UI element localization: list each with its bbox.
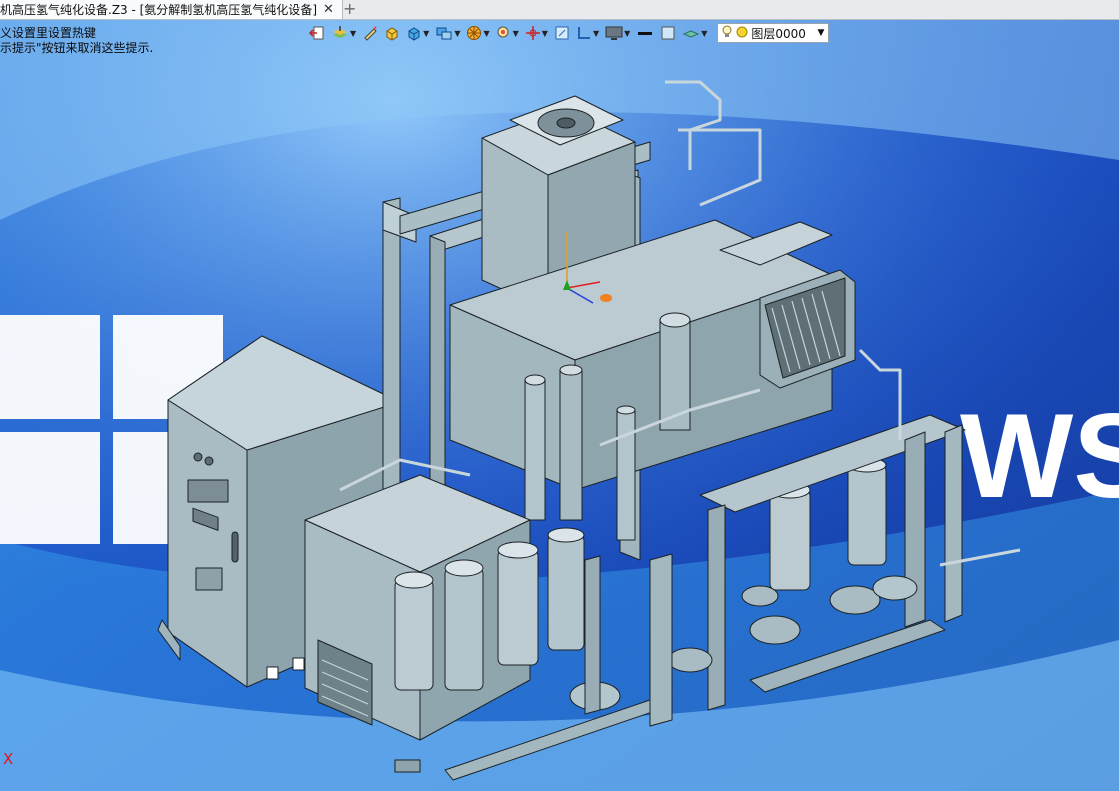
plus-icon[interactable]: + — [343, 0, 356, 19]
axis-label: X — [3, 750, 14, 768]
close-icon[interactable]: ✕ — [323, 2, 334, 17]
graphics-viewport[interactable]: WS 义设置里设置热键 示提示"按钮来取消这些提示. ▼ ▼ ▼ ▼ ▼ ▼ ▼… — [0, 20, 1119, 791]
document-tab-bar: 机高压氢气纯化设备.Z3 - [氨分解制氢机高压氢气纯化设备] ✕ + — [0, 0, 1119, 20]
right-frame[interactable] — [699, 414, 966, 711]
document-tab[interactable]: 机高压氢气纯化设备.Z3 - [氨分解制氢机高压氢气纯化设备] ✕ — [0, 0, 343, 19]
3d-model-hydrogen-purifier[interactable] — [0, 20, 1119, 791]
document-tab-title: 机高压氢气纯化设备.Z3 - [氨分解制氢机高压氢气纯化设备] — [0, 3, 317, 17]
